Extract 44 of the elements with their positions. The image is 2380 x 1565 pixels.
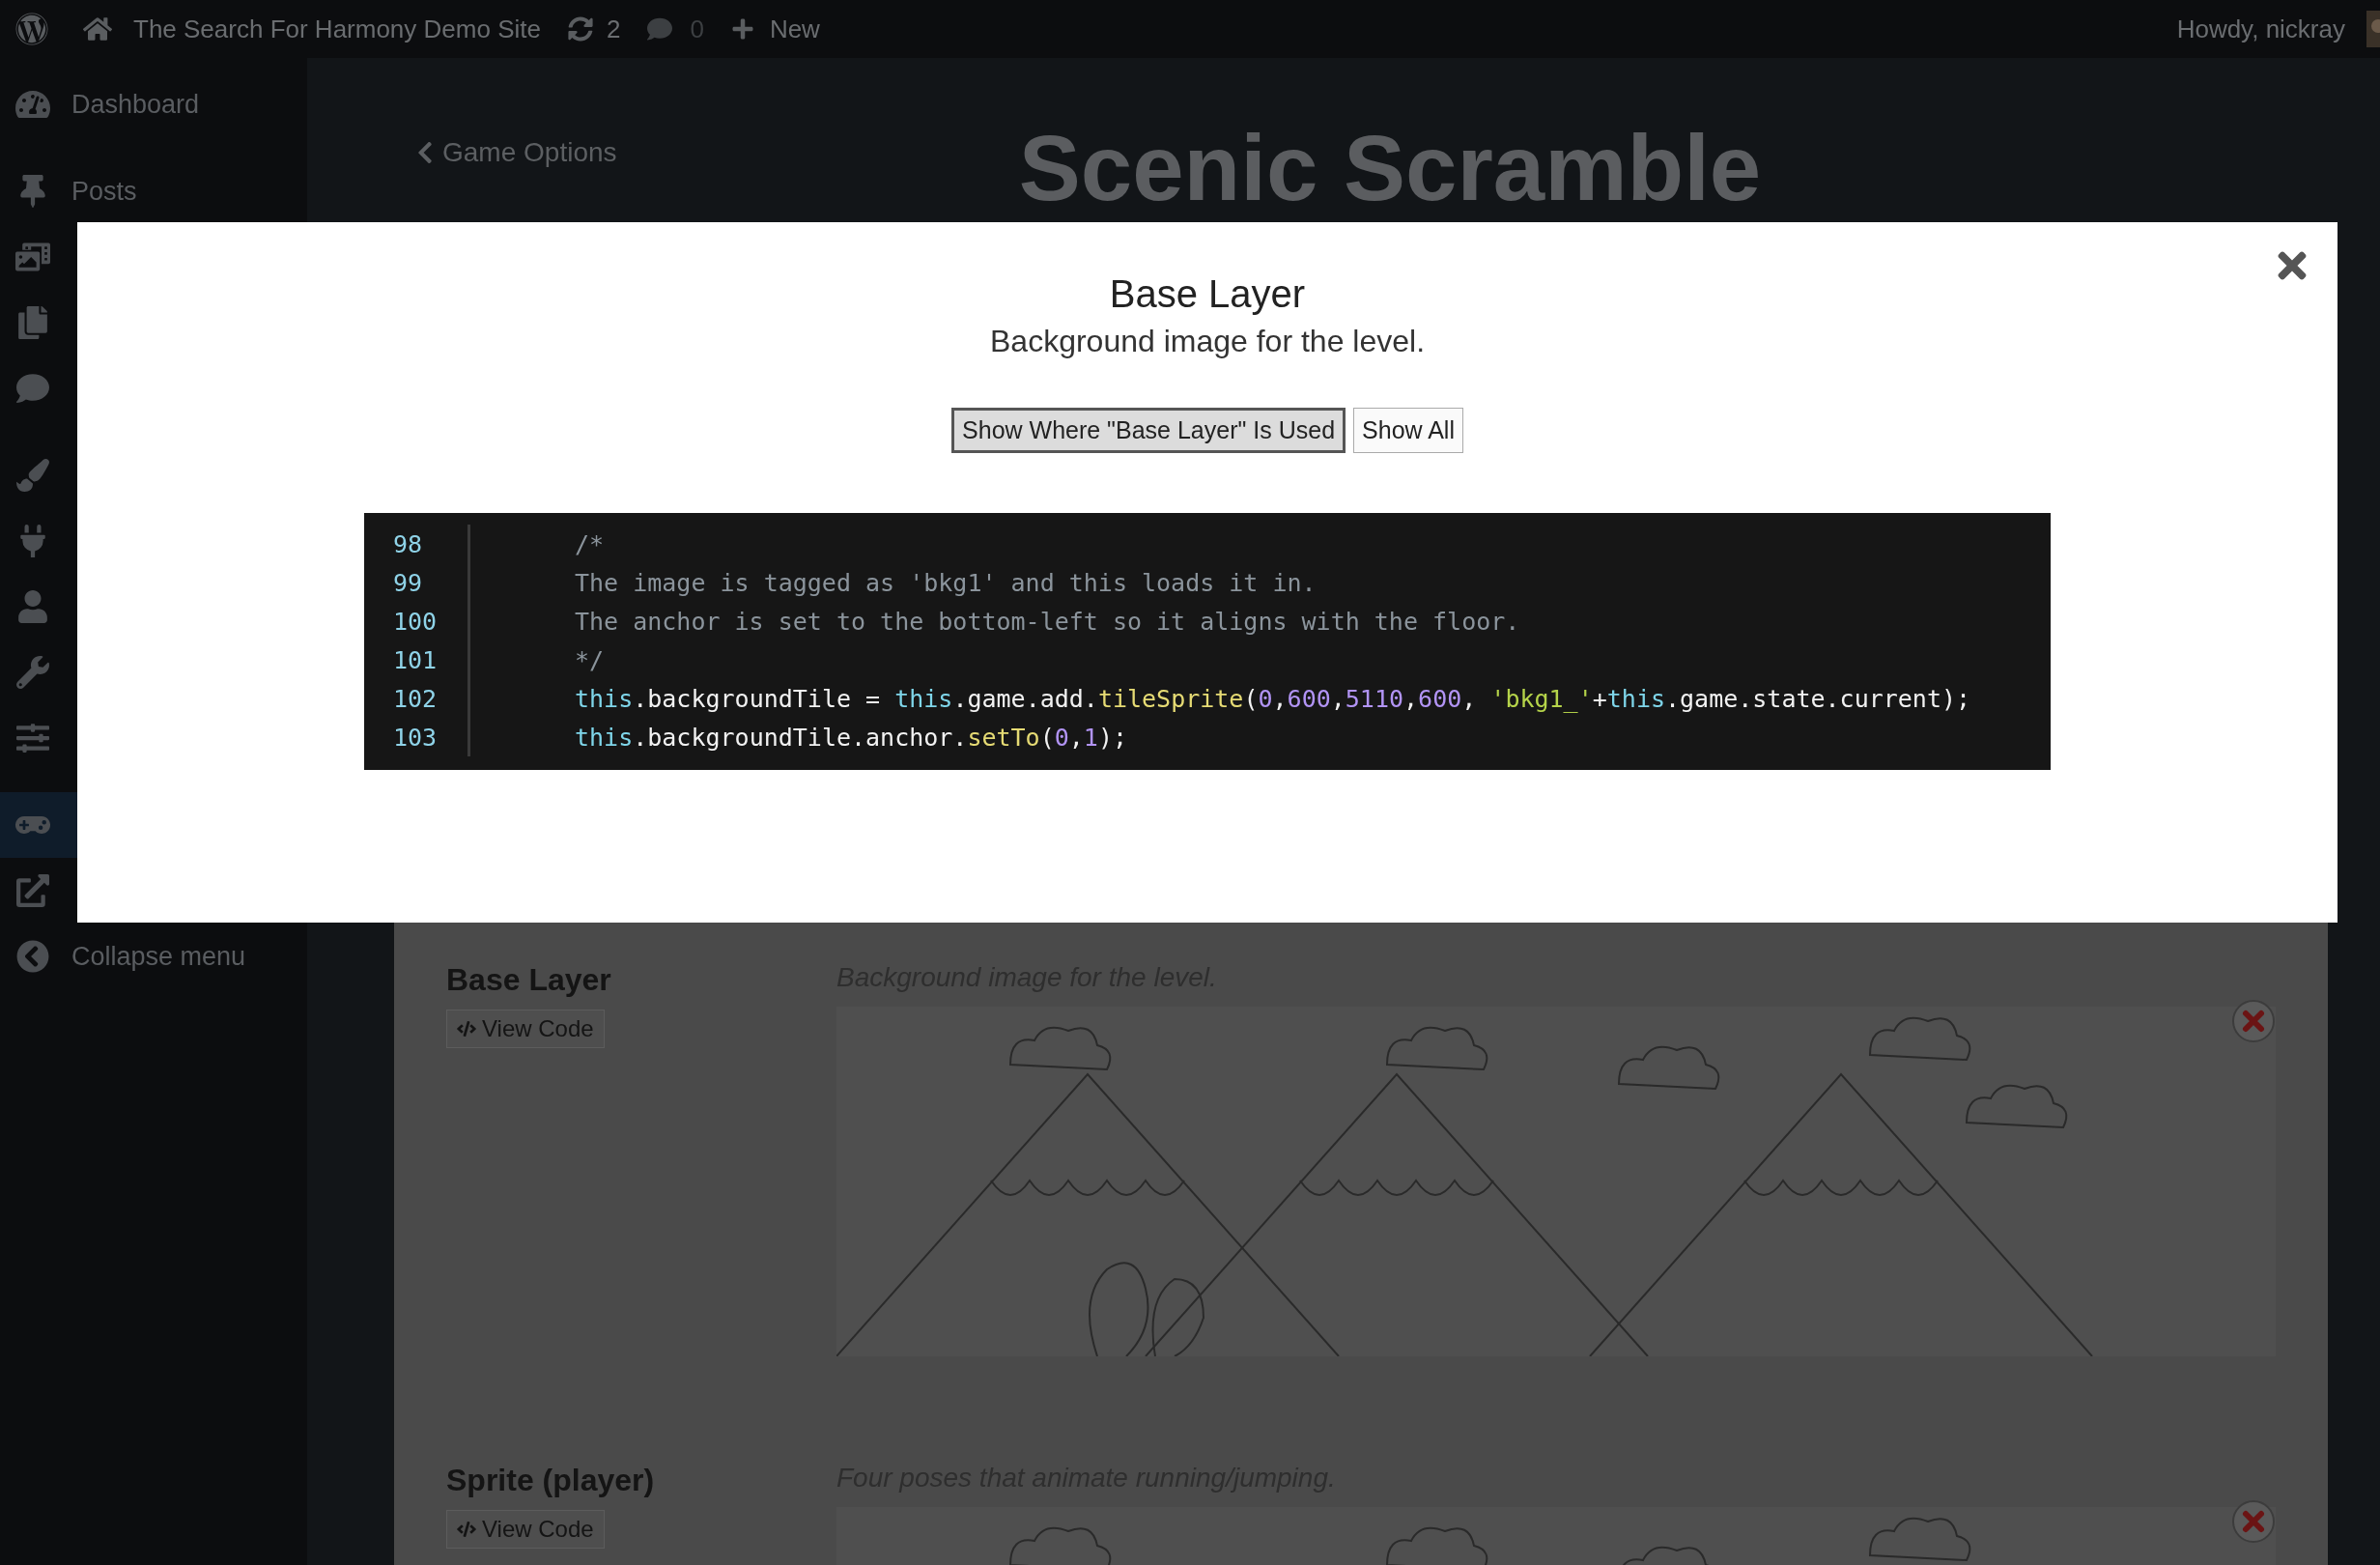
home-icon[interactable] (83, 15, 112, 43)
code-line: this.backgroundTile = this.game.add.tileSprite(0,600,5110,600, 'bkg1_'+this.game.state.current); (574, 684, 1971, 713)
code-line: this.backgroundTile.anchor.setTo(0,1); (574, 723, 1128, 752)
view-code-button[interactable]: View Code (446, 1010, 605, 1048)
line-number: 103 (393, 718, 470, 756)
filter-button[interactable]: Show Where "Base Layer" Is Used (951, 408, 1346, 453)
code-line: */ (574, 645, 605, 674)
site-name-link[interactable]: The Search For Harmony Demo Site (133, 14, 541, 44)
filter-button[interactable]: Show All (1353, 408, 1463, 453)
brush-icon (15, 459, 50, 492)
sidebar-item[interactable]: Dashboard (0, 71, 307, 137)
code-line: /* (574, 529, 605, 558)
modal-title: Base Layer (1109, 272, 1306, 316)
greeting-link[interactable]: Howdy, nickray (2176, 14, 2345, 44)
line-number: 98 (393, 525, 470, 563)
updates-count: 2 (606, 14, 621, 44)
sliders-icon (15, 722, 50, 754)
line-number: 101 (393, 640, 470, 679)
code-line: The image is tagged as 'bkg1' and this loads it in. (574, 568, 1317, 597)
gauge-icon (15, 88, 50, 121)
view-code-button[interactable]: View Code (446, 1510, 605, 1549)
sidebar-item[interactable]: Collapse menu (0, 924, 307, 989)
line-number: 99 (393, 563, 470, 602)
plus-icon[interactable] (730, 17, 754, 41)
line-number: 102 (393, 679, 470, 718)
back-link[interactable]: Game Options (415, 137, 617, 168)
comment-icon (15, 372, 50, 405)
line-number: 100 (393, 602, 470, 640)
wordpress-logo-icon[interactable] (15, 13, 48, 45)
code-line: The anchor is set to the bottom-left so it aligns with the floor. (574, 607, 1520, 636)
sidebar-item[interactable]: Posts (0, 158, 307, 224)
page-title: Scenic Scramble (1018, 122, 1762, 214)
chevron-left-icon (415, 140, 435, 165)
collapse-icon (15, 940, 50, 973)
pages-icon (15, 306, 50, 339)
modal-subtitle: Background image for the level. (990, 324, 1425, 359)
media-icon (15, 241, 50, 273)
code-icon (457, 1522, 476, 1537)
wrench-icon (15, 656, 50, 689)
new-link[interactable]: New (769, 14, 820, 44)
code-icon (457, 1021, 476, 1037)
user-icon (15, 590, 50, 623)
updates-icon[interactable] (567, 16, 593, 42)
external-link-icon (15, 874, 50, 907)
